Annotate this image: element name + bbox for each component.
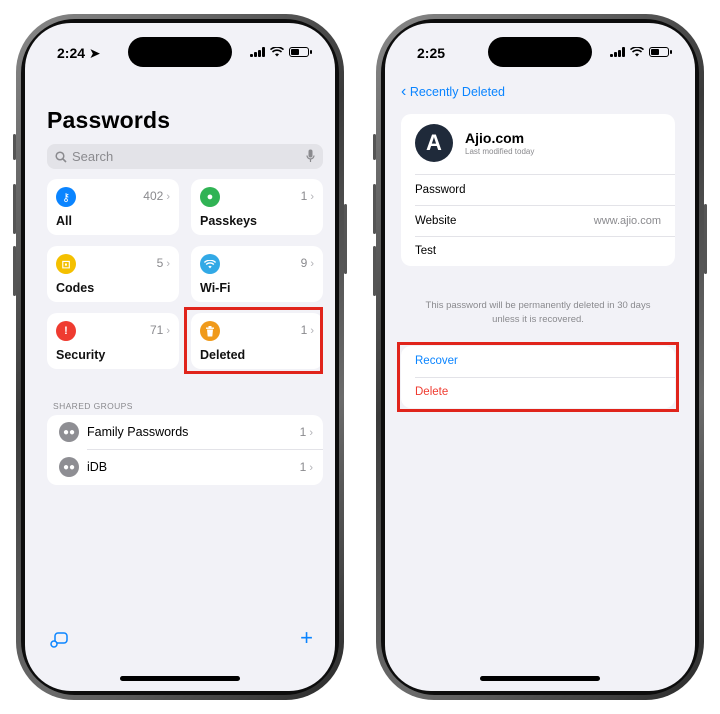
field-value: www.ajio.com xyxy=(593,215,661,227)
chevron-right-icon: › xyxy=(310,191,314,203)
action-button xyxy=(13,134,16,160)
search-icon xyxy=(55,150,67,163)
tile-codes[interactable]: ⊡ 5 › Codes xyxy=(47,246,179,302)
tile-label: Codes xyxy=(56,281,95,295)
passwords-screen: 2:24 ➤ Passwords Search ⚷ 402 › All ● 1 › … xyxy=(25,23,335,691)
status-time: 2:25 xyxy=(417,45,446,61)
status-bar: 2:25 xyxy=(385,45,695,63)
wifi-status-icon xyxy=(270,47,284,57)
left-phone: 2:24 ➤ Passwords Search ⚷ 402 › All ● 1 › … xyxy=(13,14,347,700)
chevron-right-icon: › xyxy=(166,191,170,203)
volume-up-button xyxy=(13,184,16,234)
new-group-icon[interactable] xyxy=(49,631,69,649)
chevron-right-icon: › xyxy=(309,462,313,474)
cellular-signal-icon xyxy=(250,47,265,57)
tile-wifi[interactable]: 9 › Wi-Fi xyxy=(191,246,323,302)
page-title: Passwords xyxy=(47,107,171,133)
tile-label: Passkeys xyxy=(200,214,258,228)
chevron-right-icon: › xyxy=(310,258,314,270)
tile-count: 1 xyxy=(300,189,308,203)
search-placeholder: Search xyxy=(72,149,114,164)
volume-up-button xyxy=(373,184,376,234)
last-modified: Last modified today xyxy=(465,147,535,156)
tile-count: 402 xyxy=(143,189,164,203)
field-password[interactable]: Password xyxy=(415,175,661,205)
actions-highlight-box xyxy=(397,342,679,412)
field-label: Website xyxy=(415,215,457,227)
wifi-icon xyxy=(200,254,220,274)
location-arrow-icon: ➤ xyxy=(88,45,101,61)
field-website[interactable]: Website www.ajio.com xyxy=(415,206,661,236)
side-button xyxy=(344,204,347,274)
password-detail-screen: 2:25 ‹ Recently Deleted A Ajio.com Last … xyxy=(385,23,695,691)
cellular-signal-icon xyxy=(610,47,625,57)
tile-all[interactable]: ⚷ 402 › All xyxy=(47,179,179,235)
field-test[interactable]: Test xyxy=(415,236,661,266)
shared-groups-list: ●● Family Passwords 1 › ●● iDB 1 › xyxy=(47,415,323,485)
tile-count: 9 xyxy=(300,256,308,270)
chevron-right-icon: › xyxy=(309,427,313,439)
key-icon: ⚷ xyxy=(56,187,76,207)
status-time: 2:24 ➤ xyxy=(57,45,101,61)
shared-groups-header: SHARED GROUPS xyxy=(53,401,133,411)
wifi-status-icon xyxy=(630,47,644,57)
tile-count: 71 xyxy=(149,323,164,337)
lock-icon: ⊡ xyxy=(56,254,76,274)
volume-down-button xyxy=(13,246,16,296)
group-icon: ●● xyxy=(59,457,79,477)
chevron-left-icon: ‹ xyxy=(401,83,407,100)
tile-label: Wi-Fi xyxy=(200,281,231,295)
battery-icon xyxy=(649,47,672,57)
tile-label: Security xyxy=(56,348,106,362)
volume-down-button xyxy=(373,246,376,296)
add-password-button[interactable]: + xyxy=(300,625,313,651)
status-bar: 2:24 ➤ xyxy=(25,45,335,63)
group-count: 1 xyxy=(299,460,307,474)
deleted-highlight-box xyxy=(184,307,323,374)
tile-security[interactable]: ! 71 › Security xyxy=(47,313,179,369)
password-card: A Ajio.com Last modified today Password … xyxy=(401,114,675,266)
exclamation-icon: ! xyxy=(56,321,76,341)
site-name: Ajio.com xyxy=(465,130,525,146)
chevron-right-icon: › xyxy=(166,258,170,270)
group-icon: ●● xyxy=(59,422,79,442)
field-label: Password xyxy=(415,184,466,196)
action-button xyxy=(373,134,376,160)
deletion-note: This password will be permanently delete… xyxy=(425,300,651,325)
group-label: iDB xyxy=(87,460,108,474)
group-label: Family Passwords xyxy=(87,425,189,439)
group-count: 1 xyxy=(299,425,307,439)
tile-label: All xyxy=(56,214,72,228)
side-button xyxy=(704,204,707,274)
tile-count: 5 xyxy=(156,256,164,270)
ajio-logo-icon: A xyxy=(415,124,453,162)
back-button[interactable]: ‹ Recently Deleted xyxy=(401,83,505,101)
home-indicator xyxy=(480,676,600,681)
battery-icon xyxy=(289,47,312,57)
back-label: Recently Deleted xyxy=(409,85,506,99)
list-item-family-passwords[interactable]: ●● Family Passwords 1 › xyxy=(47,415,323,449)
list-item-idb[interactable]: ●● iDB 1 › xyxy=(47,450,323,484)
home-indicator xyxy=(120,676,240,681)
person-icon: ● xyxy=(200,187,220,207)
field-label: Test xyxy=(415,245,437,257)
search-input[interactable]: Search xyxy=(47,144,323,169)
tile-passkeys[interactable]: ● 1 › Passkeys xyxy=(191,179,323,235)
chevron-right-icon: › xyxy=(166,325,170,337)
right-phone: 2:25 ‹ Recently Deleted A Ajio.com Last … xyxy=(373,14,707,700)
microphone-icon[interactable] xyxy=(306,149,315,163)
